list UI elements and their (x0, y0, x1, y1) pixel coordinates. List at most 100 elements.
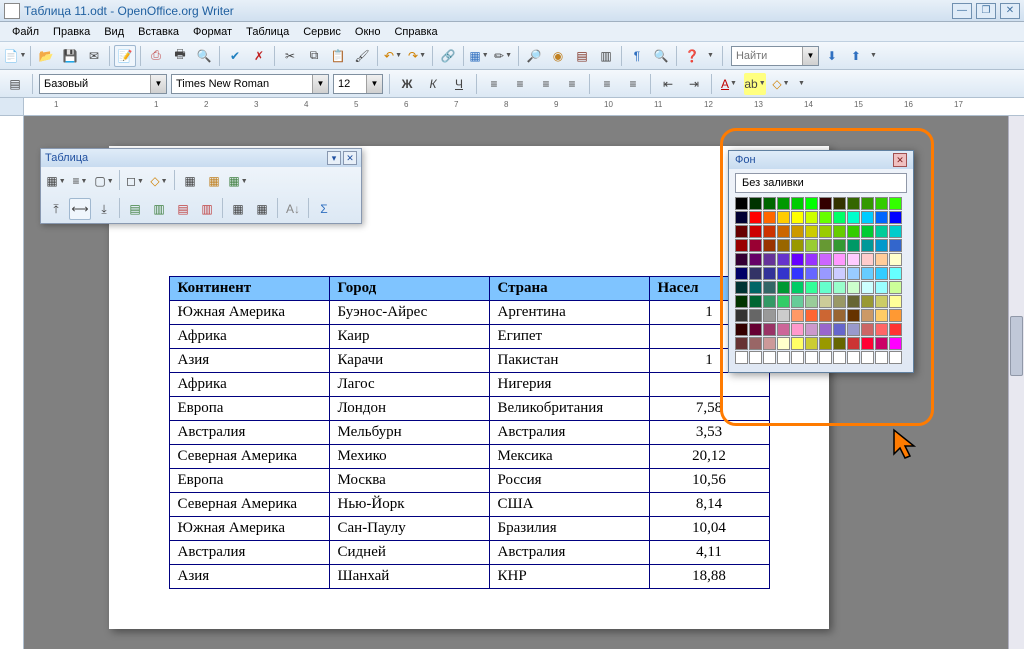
color-swatch[interactable] (791, 337, 804, 350)
print-button[interactable]: 🖶 (169, 45, 191, 67)
color-swatch[interactable] (791, 267, 804, 280)
color-swatch[interactable] (889, 253, 902, 266)
color-swatch[interactable] (777, 267, 790, 280)
color-swatch[interactable] (875, 309, 888, 322)
table-header[interactable]: Континент (169, 277, 329, 301)
color-swatch[interactable] (861, 211, 874, 224)
line-style-icon[interactable]: ≡▼ (69, 170, 91, 192)
table-row[interactable]: Южная АмерикаБуэнос-АйресАргентина1 (169, 301, 769, 325)
redo-button[interactable]: ↷▼ (406, 45, 428, 67)
font-input[interactable] (172, 75, 312, 93)
table-cell[interactable]: Нигерия (489, 373, 649, 397)
color-swatch[interactable] (791, 323, 804, 336)
table-cell[interactable]: 4,11 (649, 541, 769, 565)
gallery-button[interactable]: ▤ (571, 45, 593, 67)
color-swatch[interactable] (819, 295, 832, 308)
align-justify-button[interactable]: ≡ (561, 73, 583, 95)
help-button[interactable]: ❓ (681, 45, 703, 67)
color-swatch[interactable] (889, 295, 902, 308)
table-cell[interactable]: Южная Америка (169, 301, 329, 325)
color-swatch[interactable] (875, 197, 888, 210)
vertical-scrollbar[interactable] (1008, 116, 1024, 649)
table-cell[interactable]: Мельбурн (329, 421, 489, 445)
align-center-button[interactable]: ≡ (509, 73, 531, 95)
color-swatch[interactable] (861, 323, 874, 336)
color-swatch[interactable] (889, 211, 902, 224)
draw-button[interactable]: ✏▼ (492, 45, 514, 67)
datasources-button[interactable]: ▥ (595, 45, 617, 67)
table-cell[interactable]: Бразилия (489, 517, 649, 541)
data-table[interactable]: КонтинентГородСтранаНасел Южная АмерикаБ… (169, 276, 770, 589)
color-swatch[interactable] (847, 197, 860, 210)
menu-help[interactable]: Справка (388, 24, 443, 40)
style-dropdown[interactable]: ▼ (150, 75, 166, 93)
color-popup-close[interactable]: ✕ (893, 153, 907, 167)
fill-color-icon[interactable]: ◇▼ (148, 170, 170, 192)
table-cell[interactable]: США (489, 493, 649, 517)
navigator-button[interactable]: ◉ (547, 45, 569, 67)
color-swatch[interactable] (833, 211, 846, 224)
find-input[interactable] (732, 47, 802, 65)
size-dropdown[interactable]: ▼ (366, 75, 382, 93)
style-input[interactable] (40, 75, 150, 93)
minimize-button[interactable]: — (952, 3, 972, 19)
table-row[interactable]: Южная АмерикаСан-ПаулуБразилия10,04 (169, 517, 769, 541)
color-swatch[interactable] (819, 239, 832, 252)
align-left-button[interactable]: ≡ (483, 73, 505, 95)
color-swatch[interactable] (819, 351, 832, 364)
table-cell[interactable]: 18,88 (649, 565, 769, 589)
table-row[interactable]: Северная АмерикаНью-ЙоркСША8,14 (169, 493, 769, 517)
color-swatch[interactable] (819, 309, 832, 322)
color-swatch[interactable] (861, 267, 874, 280)
email-button[interactable]: ✉ (83, 45, 105, 67)
menu-window[interactable]: Окно (349, 24, 387, 40)
menu-file[interactable]: Файл (6, 24, 45, 40)
color-swatch[interactable] (819, 281, 832, 294)
bullet-list-button[interactable]: ≡ (622, 73, 644, 95)
color-swatch[interactable] (791, 197, 804, 210)
align-right-button[interactable]: ≡ (535, 73, 557, 95)
table-cell[interactable]: Нью-Йорк (329, 493, 489, 517)
color-swatch[interactable] (889, 239, 902, 252)
zoom-button[interactable]: 🔍 (650, 45, 672, 67)
color-swatch[interactable] (847, 267, 860, 280)
optimize-icon[interactable]: ▦▼ (227, 170, 249, 192)
horizontal-ruler[interactable]: 11234567891011121314151617 (24, 98, 1024, 115)
table-cell[interactable]: Африка (169, 325, 329, 349)
color-swatch[interactable] (889, 323, 902, 336)
autoformat-icon[interactable]: ▦ (227, 198, 249, 220)
color-swatch[interactable] (763, 295, 776, 308)
format-paint-button[interactable]: 🖌 (351, 45, 373, 67)
edit-doc-button[interactable]: 📝 (114, 45, 136, 67)
color-swatch[interactable] (819, 197, 832, 210)
color-swatch[interactable] (833, 323, 846, 336)
styles-button[interactable]: ▤ (4, 73, 26, 95)
color-swatch[interactable] (819, 253, 832, 266)
color-swatch[interactable] (847, 253, 860, 266)
table-cell[interactable]: Карачи (329, 349, 489, 373)
color-swatch[interactable] (847, 225, 860, 238)
hyperlink-button[interactable]: 🔗 (437, 45, 459, 67)
color-swatch[interactable] (777, 281, 790, 294)
delete-col-icon[interactable]: ▥ (196, 198, 218, 220)
float-toolbar-pin[interactable]: ▾ (327, 151, 341, 165)
table-cell[interactable]: Австралия (169, 541, 329, 565)
color-swatch[interactable] (749, 197, 762, 210)
copy-button[interactable]: ⧉ (303, 45, 325, 67)
color-swatch[interactable] (791, 295, 804, 308)
paste-button[interactable]: 📋 (327, 45, 349, 67)
find-next-button[interactable]: ⬇ (821, 45, 843, 67)
color-swatch[interactable] (875, 323, 888, 336)
numbered-list-button[interactable]: ≡ (596, 73, 618, 95)
color-swatch[interactable] (763, 225, 776, 238)
vertical-ruler[interactable] (0, 116, 24, 649)
find-prev-button[interactable]: ⬆ (845, 45, 867, 67)
bgcolor-button[interactable]: ◇▼ (770, 73, 792, 95)
color-swatch[interactable] (805, 253, 818, 266)
color-swatch[interactable] (861, 239, 874, 252)
maximize-button[interactable]: ❐ (976, 3, 996, 19)
color-swatch[interactable] (777, 225, 790, 238)
color-swatch[interactable] (833, 267, 846, 280)
color-swatch[interactable] (875, 225, 888, 238)
table-cell[interactable]: Азия (169, 349, 329, 373)
